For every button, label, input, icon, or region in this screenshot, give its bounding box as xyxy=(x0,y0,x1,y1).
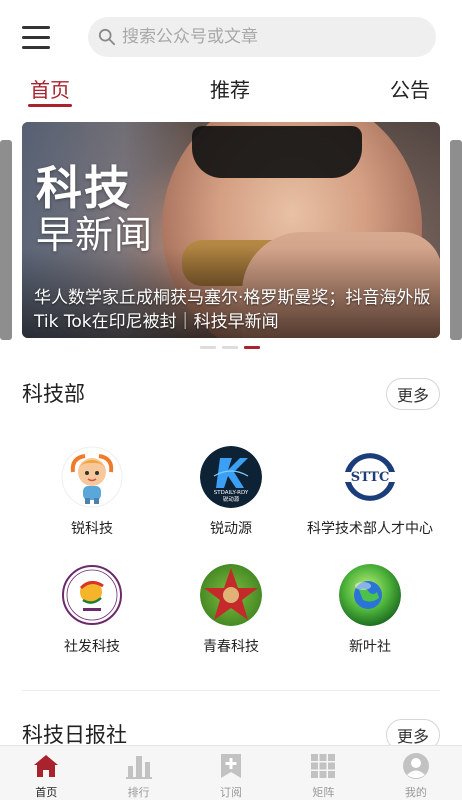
nav-label: 排行 xyxy=(127,786,150,799)
banner-slide[interactable]: 科技 早新闻 华人数学家丘成桐获马塞尔·格罗斯曼奖；抖音海外版Tik Tok在印… xyxy=(22,122,440,338)
carousel-dot[interactable] xyxy=(222,346,238,349)
globe-logo-icon xyxy=(339,564,401,626)
carousel-dot-active[interactable] xyxy=(244,346,260,349)
account-item[interactable]: 新叶社 xyxy=(295,564,445,656)
account-name: 锐动源 xyxy=(210,521,252,537)
account-item[interactable]: 社发科技 xyxy=(17,564,167,656)
banner-logo-line1: 科技 xyxy=(36,161,132,215)
bar-chart-icon xyxy=(125,756,152,779)
account-item[interactable]: 青春科技 xyxy=(156,564,306,656)
carousel-indicator xyxy=(200,346,260,349)
nav-label: 矩阵 xyxy=(312,786,335,799)
search-input[interactable] xyxy=(122,27,412,47)
menu-icon[interactable] xyxy=(22,24,50,50)
bottom-navigation: 首页 排行 订阅 矩阵 我的 xyxy=(0,745,462,800)
more-button-kejibu[interactable]: 更多 xyxy=(386,378,440,410)
tab-recommend[interactable]: 推荐 xyxy=(210,74,250,103)
account-item[interactable]: STDAILY-RDY 锐动源 锐动源 xyxy=(156,446,306,538)
sttc-logo-icon: STTC xyxy=(339,446,401,508)
star-logo-icon xyxy=(200,564,262,626)
banner-logo: 科技 早新闻 xyxy=(36,162,153,256)
nav-profile[interactable]: 我的 xyxy=(370,746,462,800)
account-name: 社发科技 xyxy=(64,639,120,655)
banner-logo-line2: 早新闻 xyxy=(36,213,154,257)
account-name: 新叶社 xyxy=(349,639,391,655)
account-item[interactable]: STTC 科学技术部人才中心 xyxy=(295,446,445,538)
account-name: 青春科技 xyxy=(203,639,259,655)
account-item[interactable]: 锐科技 xyxy=(17,446,167,538)
search-bar[interactable] xyxy=(88,17,436,57)
search-icon xyxy=(98,28,116,46)
svg-text:STDAILY-RDY: STDAILY-RDY xyxy=(214,490,249,496)
bookmark-plus-icon xyxy=(221,754,242,778)
nav-label: 订阅 xyxy=(220,786,243,799)
header xyxy=(0,0,462,62)
svg-text:锐动源: 锐动源 xyxy=(223,495,240,503)
banner-carousel[interactable]: 科技 早新闻 华人数学家丘成桐获马塞尔·格罗斯曼奖；抖音海外版Tik Tok在印… xyxy=(0,122,462,342)
active-tab-indicator xyxy=(28,104,72,107)
cartoon-kid-avatar-icon xyxy=(61,446,123,508)
nav-matrix[interactable]: 矩阵 xyxy=(277,746,369,800)
grid-icon xyxy=(311,754,336,778)
previous-slide-peek[interactable] xyxy=(0,140,12,340)
carousel-dot[interactable] xyxy=(200,346,216,349)
seal-logo-icon xyxy=(61,564,123,626)
tab-home[interactable]: 首页 xyxy=(30,74,70,103)
home-icon xyxy=(34,755,59,777)
nav-ranking[interactable]: 排行 xyxy=(92,746,184,800)
svg-text:STTC: STTC xyxy=(351,470,390,485)
nav-label: 我的 xyxy=(404,786,427,799)
section-divider xyxy=(22,690,440,691)
account-name: 科学技术部人才中心 xyxy=(307,521,433,537)
nav-label: 首页 xyxy=(35,786,58,799)
k-logo-icon: STDAILY-RDY 锐动源 xyxy=(200,446,262,508)
section-title-kejibu: 科技部 xyxy=(22,382,85,406)
banner-caption: 华人数学家丘成桐获马塞尔·格罗斯曼奖；抖音海外版Tik Tok在印尼被封｜科技早… xyxy=(34,288,431,332)
next-slide-peek[interactable] xyxy=(450,140,462,340)
nav-home[interactable]: 首页 xyxy=(0,746,92,800)
account-name: 锐科技 xyxy=(71,521,113,537)
nav-subscribe[interactable]: 订阅 xyxy=(185,746,277,800)
tab-announcement[interactable]: 公告 xyxy=(390,74,430,103)
user-icon xyxy=(402,753,429,779)
